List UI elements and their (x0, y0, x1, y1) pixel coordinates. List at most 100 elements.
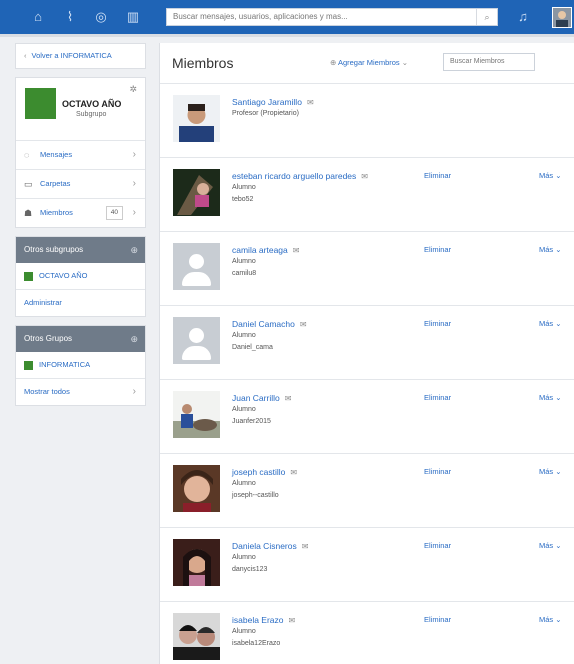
mail-icon[interactable]: ✉ (300, 320, 307, 329)
sidebar-item-label: Carpetas (40, 179, 71, 188)
folder-icon: ▭ (24, 179, 33, 189)
more-label: Más (539, 171, 554, 180)
remove-member-button[interactable]: Eliminar (424, 393, 451, 402)
mail-icon[interactable]: ✉ (290, 468, 297, 477)
member-name: Santiago Jaramillo (232, 97, 302, 107)
sidebar-item-mensajes[interactable]: ◌ Mensajes › (16, 141, 145, 170)
member-row: Daniel Camacho ✉ Alumno Daniel_cama Elimi… (160, 306, 574, 380)
more-label: Más (539, 245, 554, 254)
manage-subgroups-link[interactable]: Administrar (16, 290, 145, 316)
member-username: tebo52 (232, 196, 254, 203)
discover-icon[interactable]: ◎ (93, 9, 109, 25)
member-name-link[interactable]: joseph castillo ✉ (232, 467, 297, 477)
other-groups-title: Otros Grupos (24, 334, 73, 343)
member-username: danycis123 (232, 566, 268, 573)
remove-member-button[interactable]: Eliminar (424, 615, 451, 624)
home-icon[interactable]: ⌂ (30, 9, 46, 25)
chevron-down-icon: ⌄ (555, 393, 562, 402)
member-photo[interactable] (173, 465, 220, 512)
member-name-link[interactable]: Santiago Jaramillo ✉ (232, 97, 314, 107)
member-photo[interactable] (173, 243, 220, 290)
more-actions-button[interactable]: Más ⌄ (539, 245, 562, 254)
member-photo[interactable] (173, 613, 220, 660)
member-name: camila arteaga (232, 245, 288, 255)
more-actions-button[interactable]: Más ⌄ (539, 319, 562, 328)
default-avatar-icon (173, 243, 220, 290)
book-icon[interactable]: ▥ (125, 9, 141, 25)
members-icon: ☗ (24, 208, 33, 218)
mail-icon[interactable]: ✉ (307, 98, 314, 107)
member-name-link[interactable]: esteban ricardo arguello paredes ✉ (232, 171, 368, 181)
more-actions-button[interactable]: Más ⌄ (539, 393, 562, 402)
mail-icon[interactable]: ✉ (361, 172, 368, 181)
member-row: esteban ricardo arguello paredes ✉ Alumno… (160, 158, 574, 232)
mail-icon[interactable]: ✉ (285, 394, 292, 403)
chevron-right-icon: › (132, 386, 136, 397)
member-username: Daniel_cama (232, 344, 273, 351)
sidebar-item-miembros[interactable]: ☗ Miembros 40 › (16, 199, 145, 227)
show-all-label: Mostrar todos (24, 387, 70, 396)
more-actions-button[interactable]: Más ⌄ (539, 541, 562, 550)
remove-member-button[interactable]: Eliminar (424, 171, 451, 180)
group-color-swatch (24, 271, 33, 281)
member-name-link[interactable]: Daniel Camacho ✉ (232, 319, 307, 329)
chevron-down-icon: ⌄ (555, 541, 562, 550)
member-role: Alumno (232, 406, 256, 413)
add-subgroup-icon[interactable]: ⊕ (130, 237, 138, 263)
chevron-down-icon: ⌄ (555, 615, 562, 624)
more-actions-button[interactable]: Más ⌄ (539, 467, 562, 476)
member-photo[interactable] (173, 539, 220, 586)
member-name-link[interactable]: Daniela Cisneros ✉ (232, 541, 308, 551)
remove-member-button[interactable]: Eliminar (424, 467, 451, 476)
more-actions-button[interactable]: Más ⌄ (539, 615, 562, 624)
chevron-down-icon: ⌄ (555, 245, 562, 254)
sidebar-item-label: Mensajes (40, 150, 73, 159)
add-members-button[interactable]: ⊕ Agregar Miembros ⌄ (330, 58, 408, 67)
show-all-groups-link[interactable]: Mostrar todos › (16, 379, 145, 405)
subgroup-item[interactable]: OCTAVO AÑO (16, 263, 145, 290)
subgroups-card: Otros subgrupos ⊕ OCTAVO AÑO Administrar (15, 236, 146, 317)
top-navigation-bar: ⌂ ⌇ ◎ ▥ Buscar mensajes, usuarios, aplic… (0, 0, 574, 37)
member-photo[interactable] (173, 391, 220, 438)
mail-icon[interactable]: ✉ (289, 616, 296, 625)
more-actions-button[interactable]: Más ⌄ (539, 171, 562, 180)
chat-icon: ◌ (24, 150, 30, 160)
member-name-link[interactable]: camila arteaga ✉ (232, 245, 299, 255)
member-photo[interactable] (173, 95, 220, 142)
member-role: Alumno (232, 554, 256, 561)
member-photo[interactable] (173, 317, 220, 364)
member-row: Daniela Cisneros ✉ Alumno danycis123 Elim… (160, 528, 574, 602)
subgroups-title: Otros subgrupos (24, 245, 84, 254)
add-members-label: Agregar Miembros (337, 58, 400, 67)
mail-icon[interactable]: ✉ (293, 246, 300, 255)
member-name: Daniela Cisneros (232, 541, 297, 551)
more-label: Más (539, 541, 554, 550)
add-circle-icon: ⊕ (330, 58, 337, 67)
remove-member-button[interactable]: Eliminar (424, 245, 451, 254)
global-search-input[interactable]: Buscar mensajes, usuarios, aplicaciones … (166, 8, 498, 26)
activity-icon[interactable]: ⌇ (62, 9, 78, 25)
chevron-right-icon: › (132, 149, 136, 160)
bell-icon[interactable]: ♫ (515, 9, 531, 25)
member-name-link[interactable]: isabela Erazo ✉ (232, 615, 295, 625)
member-photo[interactable] (173, 169, 220, 216)
member-name-link[interactable]: Juan Carrillo ✉ (232, 393, 291, 403)
remove-member-button[interactable]: Eliminar (424, 541, 451, 550)
more-label: Más (539, 615, 554, 624)
search-icon[interactable]: ⌕ (476, 9, 497, 25)
gear-icon[interactable]: ✲ (129, 84, 137, 95)
remove-member-button[interactable]: Eliminar (424, 319, 451, 328)
user-avatar[interactable] (552, 7, 572, 28)
sidebar-item-label: Miembros (40, 208, 73, 217)
mail-icon[interactable]: ✉ (302, 542, 309, 551)
other-group-item[interactable]: INFORMATICA (16, 352, 145, 379)
back-link[interactable]: ‹ Volver a INFORMATICA (16, 44, 145, 68)
add-group-icon[interactable]: ⊕ (130, 326, 138, 352)
member-username: camilu8 (232, 270, 257, 277)
page-title: Miembros (172, 55, 234, 71)
member-search-input[interactable]: Buscar Miembros (443, 53, 535, 71)
member-name: isabela Erazo (232, 615, 284, 625)
more-label: Más (539, 393, 554, 402)
sidebar-item-carpetas[interactable]: ▭ Carpetas › (16, 170, 145, 199)
member-role: Alumno (232, 480, 256, 487)
